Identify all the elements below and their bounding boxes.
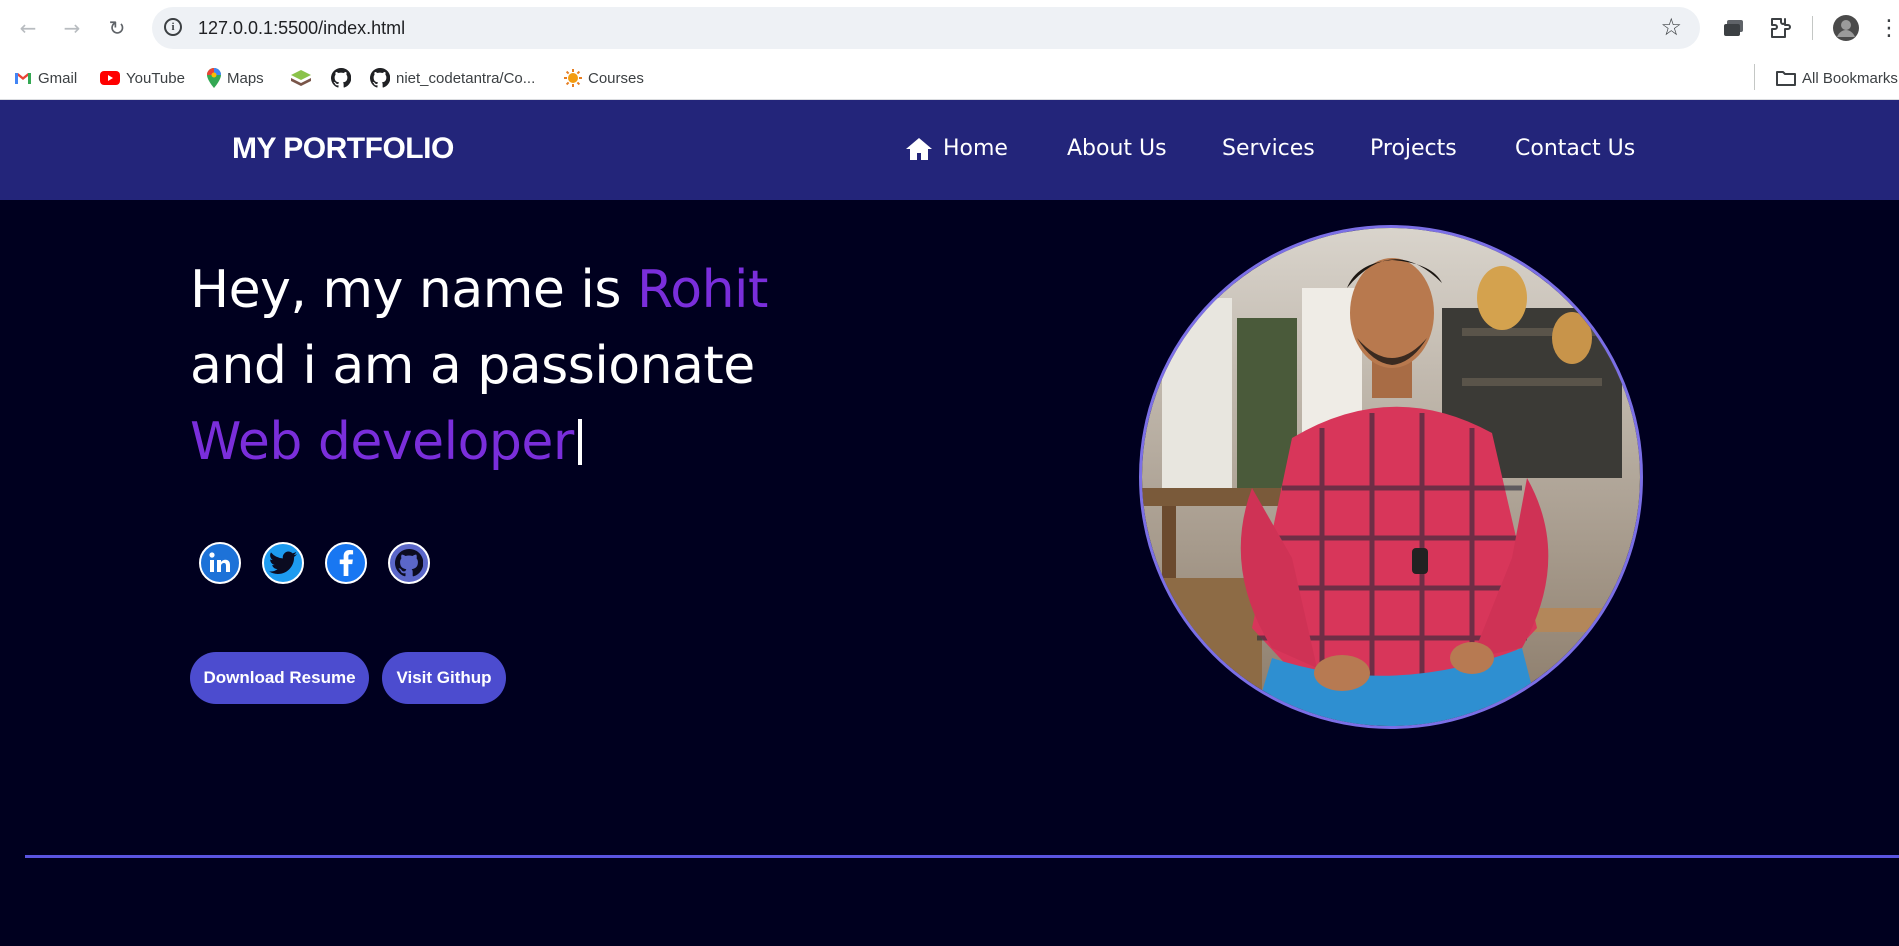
hero-line-1: Hey, my name is Rohit	[190, 252, 768, 328]
bookmark-youtube[interactable]: YouTube	[100, 67, 185, 89]
hero-greeting: Hey, my name is	[190, 260, 637, 320]
nav-projects-label: Projects	[1370, 136, 1457, 161]
bookmark-label: Gmail	[38, 69, 78, 87]
bookmark-star-icon[interactable]: ☆	[1660, 13, 1682, 41]
visit-github-button[interactable]: Visit Githup	[382, 652, 506, 704]
url-text[interactable]: 127.0.0.1:5500/index.html	[198, 18, 405, 39]
facebook-icon	[339, 550, 354, 576]
nav-home[interactable]: Home	[905, 136, 1008, 161]
github-icon	[370, 68, 390, 88]
back-button[interactable]: ←	[14, 14, 42, 42]
typing-caret	[577, 419, 582, 465]
reload-button[interactable]: ↻	[103, 14, 131, 42]
bookmark-gmail[interactable]: Gmail	[14, 67, 77, 89]
menu-kebab-icon[interactable]: ⋮	[1876, 15, 1899, 41]
bookmark-label: niet_codetantra/Co...	[396, 69, 536, 87]
section-divider	[25, 855, 1899, 858]
extensions-icon[interactable]	[1767, 15, 1793, 41]
all-bookmarks-folder[interactable]: All Bookmarks	[1776, 67, 1898, 89]
bookmark-layers[interactable]	[291, 67, 311, 89]
tab-search-icon[interactable]	[1721, 15, 1747, 41]
courses-icon	[564, 69, 582, 87]
forward-button[interactable]: →	[58, 14, 86, 42]
nav-services[interactable]: Services	[1222, 136, 1315, 161]
site-logo[interactable]: MY PORTFOLIO	[232, 132, 454, 166]
bookmark-github[interactable]	[331, 67, 351, 89]
bookmarks-separator	[1754, 64, 1755, 90]
site-header: MY PORTFOLIO Home About Us Services Proj…	[0, 100, 1899, 200]
bookmark-label: Maps	[227, 69, 264, 87]
all-bookmarks-label: All Bookmarks	[1802, 69, 1898, 87]
address-bar[interactable]: i 127.0.0.1:5500/index.html ☆	[152, 7, 1700, 49]
nav-contact-us[interactable]: Contact Us	[1515, 136, 1635, 161]
linkedin-icon	[209, 552, 230, 572]
layers-icon	[291, 70, 311, 86]
bookmark-label: Courses	[588, 69, 644, 87]
gmail-icon	[15, 73, 31, 84]
linkedin-link[interactable]	[199, 542, 241, 584]
home-icon	[906, 137, 932, 160]
folder-icon	[1776, 71, 1796, 86]
bookmark-courses[interactable]: Courses	[564, 67, 644, 89]
bookmark-label: YouTube	[126, 69, 185, 87]
profile-photo	[1139, 225, 1643, 729]
nav-about-label: About Us	[1067, 136, 1167, 161]
profile-photo-illustration	[1142, 228, 1640, 726]
github-icon	[331, 68, 351, 88]
toolbar-separator	[1812, 16, 1813, 40]
nav-about-us[interactable]: About Us	[1067, 136, 1167, 161]
facebook-link[interactable]	[325, 542, 367, 584]
nav-contact-label: Contact Us	[1515, 136, 1636, 161]
hero-heading: Hey, my name is Rohit and i am a passion…	[190, 252, 768, 480]
hero-name: Rohit	[636, 260, 768, 320]
github-icon	[395, 549, 423, 577]
site-info-icon[interactable]: i	[164, 18, 182, 36]
maps-icon	[207, 68, 221, 88]
profile-avatar-icon[interactable]	[1833, 15, 1859, 41]
nav-services-label: Services	[1222, 136, 1315, 161]
bookmark-niet-codetantra[interactable]: niet_codetantra/Co...	[370, 67, 535, 89]
bookmark-maps[interactable]: Maps	[207, 67, 264, 89]
hero-line-3: Web developer	[190, 404, 768, 480]
hero-role: Web developer	[190, 412, 574, 472]
twitter-icon	[269, 551, 297, 574]
nav-projects[interactable]: Projects	[1370, 136, 1457, 161]
youtube-icon	[100, 71, 120, 85]
github-link[interactable]	[388, 542, 430, 584]
twitter-link[interactable]	[262, 542, 304, 584]
browser-toolbar: ← → ↻ i 127.0.0.1:5500/index.html ☆ ⋮	[0, 0, 1899, 56]
nav-home-label: Home	[943, 136, 1008, 161]
download-resume-button[interactable]: Download Resume	[190, 652, 369, 704]
hero-line-2: and i am a passionate	[190, 336, 755, 396]
bookmarks-bar: Gmail YouTube Maps niet_codetantra/Co...	[0, 56, 1899, 100]
